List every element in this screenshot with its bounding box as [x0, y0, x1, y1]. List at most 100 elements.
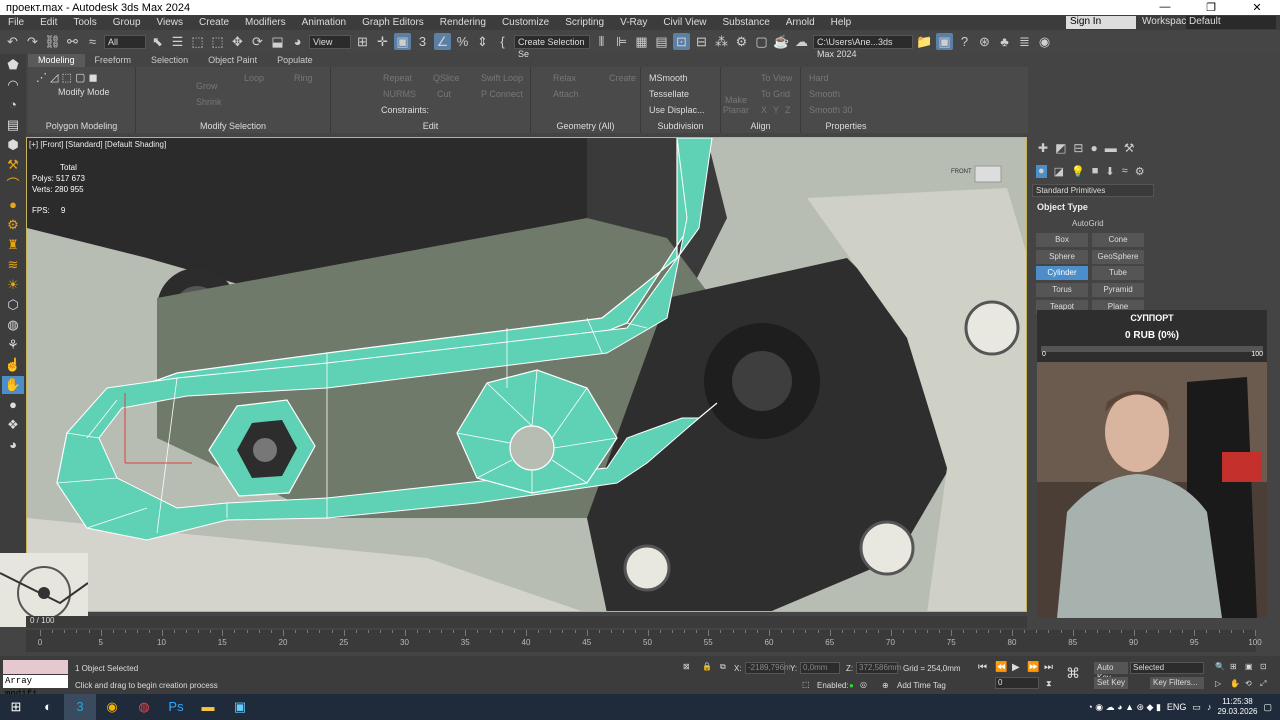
polygon-modeling-label[interactable]: Polygon Modeling — [28, 121, 135, 131]
add-time-tag-button[interactable]: Add Time Tag — [897, 681, 946, 690]
key-mode-icon[interactable]: ⌘ — [1066, 665, 1080, 682]
tray-app-icons[interactable]: ◔ ◉ ☁ ◕ ▲ ⊛ ◆ ▮ — [1087, 702, 1161, 713]
project-folder-icon[interactable]: 📁 — [916, 33, 933, 50]
ring-button[interactable]: Ring — [294, 73, 313, 83]
hammer-icon[interactable]: ⚒ — [2, 156, 24, 174]
material-editor-icon[interactable]: ⁂ — [713, 33, 730, 50]
settings-circle-icon[interactable]: ◉ — [1036, 33, 1053, 50]
notifications-icon[interactable]: ▢ — [1263, 702, 1272, 713]
box-button[interactable]: Box — [1036, 233, 1088, 247]
menu-group[interactable]: Group — [105, 17, 149, 28]
scale-icon[interactable]: ⬓ — [269, 33, 286, 50]
align-y-button[interactable]: Y — [773, 105, 779, 115]
render-cloud-icon[interactable]: ☁ — [793, 33, 810, 50]
nurms-button[interactable]: NURMS — [383, 89, 416, 99]
ref-coord-dropdown[interactable]: View — [309, 34, 351, 49]
lock-selection-icon[interactable]: 🔒 — [702, 662, 712, 671]
object-type-rollout[interactable]: Object Type — [1037, 202, 1088, 212]
go-to-start-icon[interactable]: ⏮ — [978, 662, 987, 673]
spacewarps-icon[interactable]: ≈ — [1122, 165, 1128, 178]
menu-tools[interactable]: Tools — [65, 17, 104, 28]
menu-file[interactable]: File — [0, 17, 32, 28]
auto-key-button[interactable]: Auto Key — [1094, 662, 1128, 682]
menu-edit[interactable]: Edit — [32, 17, 65, 28]
tree-icon[interactable]: ⚘ — [2, 336, 24, 354]
selection-filter-dropdown[interactable]: All — [104, 34, 146, 49]
project-path-field[interactable]: C:\Users\Ane...3ds Max 2024 — [813, 34, 913, 59]
pan-icon[interactable]: ✋ — [1230, 679, 1240, 688]
named-selection-dropdown[interactable]: Create Selection Se — [514, 34, 590, 59]
minimize-button[interactable]: — — [1142, 1, 1188, 14]
geosphere-button[interactable]: GeoSphere — [1092, 250, 1144, 264]
arnold-icon[interactable]: ⊛ — [976, 33, 993, 50]
viewport-label[interactable]: [+] [Front] [Standard] [Default Shading] — [29, 140, 166, 149]
time-slider[interactable]: 0 / 100 — [26, 616, 1027, 628]
modify-icon[interactable]: ◠ — [2, 76, 24, 94]
wave-icon[interactable]: ≋ — [2, 256, 24, 274]
cut-button[interactable]: Cut — [437, 89, 451, 99]
select-manipulate-icon[interactable]: ✛ — [374, 33, 391, 50]
time-tag-toggle-icon[interactable]: ◎ — [860, 680, 867, 689]
spinner-snap-icon[interactable]: ⇕ — [474, 33, 491, 50]
msmooth-button[interactable]: MSmooth — [649, 73, 688, 83]
modify-selection-label[interactable]: Modify Selection — [136, 121, 330, 131]
gear-icon[interactable]: ⚙ — [2, 216, 24, 234]
select-object-icon[interactable]: ⬉ — [149, 33, 166, 50]
viewport-front[interactable] — [26, 137, 1027, 612]
abs-mode-icon[interactable]: ⧉ — [720, 662, 726, 672]
network-icon[interactable]: ▭ — [1192, 702, 1201, 713]
key-mode-dropdown[interactable]: Selected — [1130, 662, 1204, 674]
percent-snap-icon[interactable]: % — [454, 33, 471, 50]
align-icon[interactable]: ⊫ — [613, 33, 630, 50]
cube-icon[interactable]: ⬡ — [2, 296, 24, 314]
maximize-viewport-icon[interactable]: ⤢ — [1260, 679, 1266, 689]
create-button[interactable]: Create — [609, 73, 636, 83]
ball-icon[interactable]: ● — [2, 396, 24, 414]
cameras-icon[interactable]: ■ — [1092, 165, 1099, 178]
unlink-icon[interactable]: ⚯ — [64, 33, 81, 50]
lights-icon[interactable]: 💡 — [1071, 165, 1085, 178]
hierarchy-tab-icon[interactable]: ⊟ — [1073, 141, 1083, 155]
menu-rendering[interactable]: Rendering — [432, 17, 494, 28]
maxscript-listener[interactable] — [3, 660, 68, 674]
menu-help[interactable]: Help — [823, 17, 860, 28]
modify-mode-button[interactable]: Modify Mode — [58, 87, 110, 97]
globe-icon[interactable]: ◍ — [2, 316, 24, 334]
display-tab-icon[interactable]: ▬ — [1105, 141, 1117, 155]
menu-customize[interactable]: Customize — [494, 17, 557, 28]
hierarchy-icon[interactable]: ◔ — [2, 96, 24, 114]
display-icon[interactable]: ⬢ — [2, 136, 24, 154]
to-grid-button[interactable]: To Grid — [761, 89, 790, 99]
geometry-icon[interactable]: ● — [1036, 165, 1047, 178]
subobject-icons[interactable]: ⋰ ◿ ⬚ ▢ ◼ — [36, 71, 98, 84]
z-coord-field[interactable]: 372,586mm — [856, 662, 901, 674]
create-tab-icon[interactable]: ✚ — [1038, 141, 1048, 155]
y-coord-field[interactable]: 0,0mm — [800, 662, 840, 674]
angle-snap-icon[interactable]: ∠ — [434, 33, 451, 50]
menu-vray[interactable]: V-Ray — [612, 17, 655, 28]
bend-icon[interactable]: ⌒ — [2, 176, 24, 194]
mirror-icon[interactable]: ⫴ — [593, 33, 610, 50]
to-view-button[interactable]: To View — [761, 73, 792, 83]
modify-tab-icon[interactable]: ◩ — [1055, 141, 1066, 155]
set-key-button[interactable]: Set Key — [1094, 677, 1128, 689]
motion-tab-icon[interactable]: ● — [1090, 141, 1097, 155]
smooth30-button[interactable]: Smooth 30 — [809, 105, 853, 115]
active-tool-icon[interactable]: ✋ — [2, 376, 24, 394]
tab-freeform[interactable]: Freeform — [85, 54, 142, 67]
sphere-icon[interactable]: ● — [2, 196, 24, 214]
enabled-indicator-icon[interactable]: ● — [849, 681, 854, 690]
menu-list-icon[interactable]: ≣ — [1016, 33, 1033, 50]
qslice-button[interactable]: QSlice — [433, 73, 460, 83]
utilities-tab-icon[interactable]: ⚒ — [1124, 141, 1135, 155]
keyboard-shortcut-override-icon[interactable]: ▣ — [394, 33, 411, 50]
use-displace-button[interactable]: Use Displac... — [649, 105, 705, 115]
repeat-button[interactable]: Repeat — [383, 73, 412, 83]
menu-arnold[interactable]: Arnold — [778, 17, 823, 28]
tube-button[interactable]: Tube — [1092, 266, 1144, 280]
photoshop-taskbar-icon[interactable]: Ps — [160, 694, 192, 720]
layers-icon[interactable]: ❖ — [2, 416, 24, 434]
make-planar-button[interactable]: Make Planar — [723, 95, 749, 115]
sun-icon[interactable]: ☀ — [2, 276, 24, 294]
isolate-icon[interactable]: ⊠ — [683, 662, 690, 671]
